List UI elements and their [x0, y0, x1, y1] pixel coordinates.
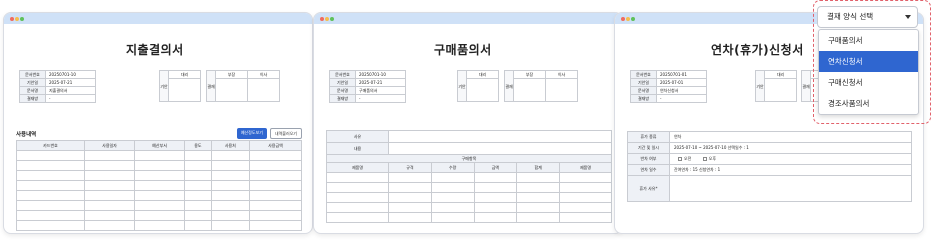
table-header: 규격: [388, 162, 432, 173]
approval-sign-cell[interactable]: [216, 79, 247, 101]
gian-label: 기안: [457, 70, 467, 102]
table-row[interactable]: [16, 210, 302, 221]
usage-table: 카드번호 사용일자 예산부서 용도 사용처 사용금액: [16, 140, 302, 231]
approval-box-gian: 기안 대리: [159, 70, 201, 102]
am-checkbox[interactable]: [678, 156, 682, 161]
minimize-dot-icon[interactable]: [325, 17, 329, 21]
document-title: 구매품의서: [434, 43, 492, 57]
table-row[interactable]: [326, 212, 612, 223]
document-meta-table: 문서번호 20250701-10 기안일 2025-07-21 문서명 지출결의서 결…: [19, 70, 96, 103]
leave-type-value[interactable]: 연차: [669, 131, 912, 143]
maximize-dot-icon[interactable]: [330, 17, 334, 21]
content-label: 내용: [326, 142, 389, 155]
table-row[interactable]: [16, 180, 302, 191]
table-row[interactable]: [326, 192, 612, 203]
form-type-dropdown-list: 구매품의서 연차신청서 구매신청서 경조사품의서: [818, 29, 919, 115]
dropdown-option[interactable]: 구매신청서: [819, 72, 918, 93]
gyeoljae-label: 결재: [504, 70, 514, 102]
table-row[interactable]: [16, 170, 302, 181]
table-header: 수량: [430, 162, 475, 173]
form-type-select-label: 결재 양식 선택: [827, 12, 874, 21]
gian-label: 기안: [159, 70, 169, 102]
document-meta-table: 문서번호 20250701-10 기안일 2025-07-21 문서명 구매품의서 결…: [329, 70, 406, 103]
chevron-down-icon: [905, 15, 911, 19]
leave-type-label: 휴가 종류: [627, 131, 670, 143]
usage-section-label: 사용내역: [16, 132, 37, 138]
period-label: 기간 및 일시: [627, 142, 670, 154]
window-titlebar: [4, 13, 312, 24]
dropdown-option-selected[interactable]: 연차신청서: [819, 51, 918, 72]
table-header: 금액: [473, 162, 518, 173]
load-history-button[interactable]: 내역불러오기: [269, 128, 302, 139]
table-row[interactable]: [16, 220, 302, 231]
table-header: 제품명: [559, 162, 612, 173]
leave-form-table: 휴가 종류 연차 기간 및 일시 2025-07-10 ~ 2025-07-10…: [627, 131, 912, 202]
table-header: 예산부서: [134, 140, 186, 151]
close-dot-icon[interactable]: [621, 17, 625, 21]
document-title: 지출결의서: [126, 43, 184, 57]
leave-reason-label: 휴가 사유*: [627, 175, 670, 202]
half-day-label: 반차 여부: [627, 153, 670, 165]
minimize-dot-icon[interactable]: [15, 17, 19, 21]
leave-days-value: 잔여연차 : 15 신청연차 : 1: [669, 164, 912, 176]
period-value[interactable]: 2025-07-10 ~ 2025-07-10 선택일수 : 1: [669, 142, 912, 154]
approval-box-gian: 기안 대리: [755, 70, 797, 102]
approval-box-gyeoljae: 결재 부장 이사: [206, 70, 280, 102]
content-field[interactable]: [388, 142, 612, 155]
document-title: 연차(휴가)신청서: [711, 43, 804, 57]
purchase-table: 사유 내용 구매항목 제품명 규격 수량 금액 합계 제품명: [326, 130, 612, 223]
table-row[interactable]: [16, 150, 302, 161]
table-header: 제품명: [326, 162, 389, 173]
approval-sign-cell[interactable]: [169, 79, 200, 101]
gyeoljae-label: 결재: [801, 70, 811, 102]
reason-label: 사유: [326, 130, 389, 143]
approval-sign-cell[interactable]: [467, 79, 498, 101]
approval-box-gian: 기안 대리: [457, 70, 499, 102]
maximize-dot-icon[interactable]: [20, 17, 24, 21]
table-header: 사용일자: [83, 140, 136, 151]
reason-field[interactable]: [388, 130, 612, 143]
table-row[interactable]: [16, 190, 302, 201]
table-header: 합계: [516, 162, 560, 173]
approval-sign-cell[interactable]: [765, 79, 796, 101]
form-type-select[interactable]: 결재 양식 선택: [817, 6, 918, 28]
table-row[interactable]: [16, 200, 302, 211]
maximize-dot-icon[interactable]: [631, 17, 635, 21]
minimize-dot-icon[interactable]: [626, 17, 630, 21]
table-header: 사용처: [210, 140, 251, 151]
table-row[interactable]: [326, 182, 612, 193]
purchase-items-header: 구매항목: [326, 154, 612, 163]
gian-label: 기안: [755, 70, 765, 102]
window-expense-report: 지출결의서 문서번호 20250701-10 기안일 2025-07-21 문서명 지…: [3, 12, 313, 234]
table-row[interactable]: [326, 202, 612, 213]
approval-sign-cell[interactable]: [546, 79, 577, 101]
window-purchase-request: 구매품의서 문서번호 20250701-10 기안일 2025-07-21 문서명 구…: [313, 12, 623, 234]
close-dot-icon[interactable]: [10, 17, 14, 21]
dropdown-option[interactable]: 구매품의서: [819, 30, 918, 51]
pm-checkbox[interactable]: [702, 156, 707, 161]
window-titlebar: [314, 13, 622, 24]
table-header: 카드번호: [16, 140, 85, 151]
view-budget-button[interactable]: 예산정도보기: [236, 128, 267, 139]
leave-reason-field[interactable]: [669, 175, 912, 202]
table-header: 사용금액: [249, 140, 302, 151]
leave-days-label: 연차 일수: [627, 164, 670, 176]
table-row[interactable]: [326, 172, 612, 183]
close-dot-icon[interactable]: [320, 17, 324, 21]
table-row[interactable]: [16, 160, 302, 171]
gyeoljae-label: 결재: [206, 70, 216, 102]
half-day-options: 오전 오후: [669, 153, 912, 165]
document-meta-table: 문서번호 20250701-01 기안일 2025-07-01 문서명 연차신청서 결…: [630, 70, 707, 103]
dropdown-option[interactable]: 경조사품의서: [819, 93, 918, 114]
approval-sign-cell[interactable]: [514, 79, 545, 101]
approval-sign-cell[interactable]: [248, 79, 279, 101]
approval-box-gyeoljae: 결재 부장 이사: [504, 70, 578, 102]
table-header: 용도: [184, 140, 212, 151]
